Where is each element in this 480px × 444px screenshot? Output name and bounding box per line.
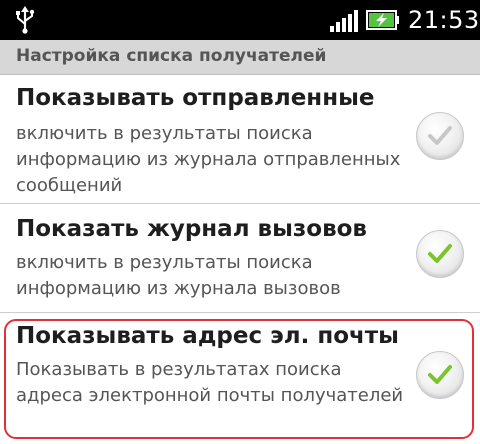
checkmark-icon: [428, 244, 452, 263]
battery-charging-icon: [366, 10, 399, 30]
checkbox-show-call-log[interactable]: [416, 230, 464, 278]
checkbox-show-sent[interactable]: [416, 112, 464, 160]
setting-description: включить в результаты поиска информацию …: [16, 123, 401, 196]
status-time: 21:53: [408, 6, 480, 34]
setting-title: Показывать адрес эл. почты: [16, 323, 399, 349]
signal-strength-icon: [330, 10, 358, 32]
checkmark-icon: [428, 126, 452, 145]
checkmark-icon: [428, 365, 452, 384]
section-title: Настройка списка получателей: [16, 46, 327, 66]
setting-description: включить в результаты поиска информацию …: [16, 252, 341, 299]
setting-title: Показывать отправленные: [16, 85, 375, 111]
status-bar: 21:53: [0, 0, 480, 40]
usb-icon: [16, 6, 35, 34]
checkbox-show-email[interactable]: [416, 351, 464, 399]
setting-show-call-log[interactable]: Показать журнал вызовов включить в резул…: [0, 204, 480, 313]
setting-description: Показывать в результатах поиска адреса э…: [16, 359, 404, 406]
section-header: Настройка списка получателей: [0, 40, 480, 75]
setting-show-sent[interactable]: Показывать отправленные включить в резул…: [0, 75, 480, 204]
setting-show-email[interactable]: Показывать адрес эл. почты Показывать в …: [0, 313, 480, 444]
setting-title: Показать журнал вызовов: [16, 216, 367, 242]
